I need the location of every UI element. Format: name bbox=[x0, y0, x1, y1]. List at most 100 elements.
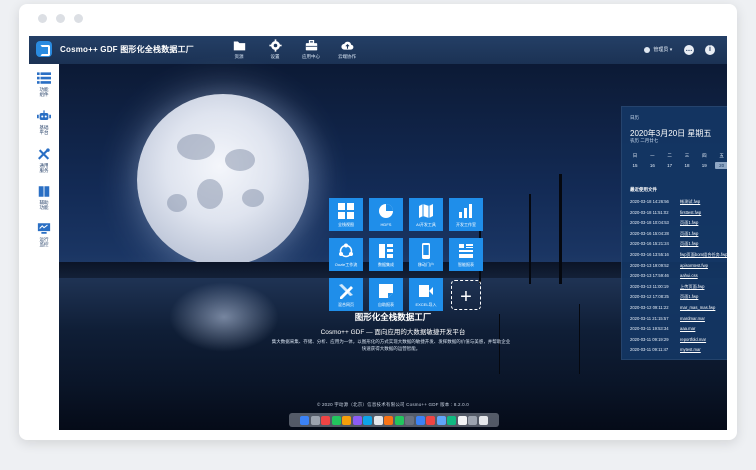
recent-file-name[interactable]: 上传页面.fwp bbox=[680, 284, 704, 290]
add-tile-button[interactable]: + bbox=[451, 280, 481, 310]
tile-hdfs[interactable]: HDFS bbox=[369, 198, 403, 231]
weekday: 一 bbox=[650, 153, 655, 158]
recent-file-name[interactable]: mytest.mar bbox=[680, 347, 701, 352]
recent-file-name[interactable]: firsttest.fwp bbox=[680, 210, 701, 215]
dock-app-icon[interactable] bbox=[426, 415, 436, 425]
dock bbox=[289, 413, 499, 427]
desktop-area: 全栈视图 HDFS AI开发工具 开发工作室 Oozie工作流 数据集成 移动门… bbox=[59, 64, 727, 430]
sidebar-item-services[interactable]: 通用 服务 bbox=[29, 148, 59, 173]
recent-file-row[interactable]: 2020-03-16 15:21:24 页面1.fwp bbox=[630, 241, 698, 246]
tile-self-service-report[interactable]: 自助报表 bbox=[369, 278, 403, 311]
minimize-dot[interactable] bbox=[56, 14, 65, 23]
stack-icon bbox=[379, 244, 393, 258]
tile-ai-dev-tools[interactable]: AI开发工具 bbox=[409, 198, 443, 231]
recent-file-date: 2020-03-12 09:11:22 bbox=[630, 305, 669, 310]
dock-app-icon[interactable] bbox=[342, 415, 352, 425]
list-icon bbox=[37, 72, 51, 84]
chat-icon[interactable]: … bbox=[684, 45, 694, 55]
recent-file-name[interactable]: 页面1.fwp bbox=[680, 294, 698, 300]
calendar-day[interactable]: 15 bbox=[628, 162, 642, 169]
recent-file-name[interactable]: 页面1.fwp bbox=[680, 231, 698, 237]
recent-file-row[interactable]: 2020-03-13 19:09:52 apisomtest.fwp bbox=[630, 263, 708, 268]
topnav-cloud[interactable]: 云端协作 bbox=[329, 39, 365, 60]
recent-file-name[interactable]: 页面1.fwp bbox=[680, 241, 698, 247]
recent-file-row[interactable]: 2020-03-11 21:15:57 mardmar.mar bbox=[630, 316, 705, 321]
dock-app-icon[interactable] bbox=[373, 415, 383, 425]
recent-file-row[interactable]: 2020-03-18 11:51:02 firsttest.fwp bbox=[630, 210, 701, 215]
dock-app-icon[interactable] bbox=[436, 415, 446, 425]
recent-file-name[interactable]: fwp页面bom组合任务.fwp bbox=[680, 252, 727, 258]
recent-file-name[interactable]: apisomtest.fwp bbox=[680, 263, 708, 268]
tile-label: 智能报表 bbox=[458, 262, 474, 267]
plus-icon: + bbox=[460, 286, 472, 308]
recent-file-name[interactable]: 页面1.fwp bbox=[680, 220, 698, 226]
info-icon[interactable]: i bbox=[705, 45, 715, 55]
user-name: 管理员 ▾ bbox=[653, 47, 673, 53]
dock-app-icon[interactable] bbox=[331, 415, 341, 425]
book-icon bbox=[38, 186, 50, 197]
sidebar-item-components[interactable]: 功能 组件 bbox=[29, 72, 59, 97]
calendar-lunar: 农历 二月廿七 bbox=[630, 138, 659, 143]
recent-file-name[interactable]: reportfold.mar bbox=[680, 337, 706, 342]
dock-app-icon[interactable] bbox=[394, 415, 404, 425]
dock-app-icon[interactable] bbox=[468, 415, 478, 425]
topnav-settings[interactable]: 设置 bbox=[257, 39, 293, 60]
tile-mobile-portal[interactable]: 移动门户 bbox=[409, 238, 443, 271]
dock-app-icon[interactable] bbox=[300, 415, 310, 425]
recent-file-row[interactable]: 2020-03-11 19:53:34 aaa.mar bbox=[630, 326, 695, 331]
dock-app-icon[interactable] bbox=[447, 415, 457, 425]
tile-smart-report[interactable]: 智能报表 bbox=[449, 238, 483, 271]
dock-app-icon[interactable] bbox=[321, 415, 331, 425]
topnav-label: 云端协作 bbox=[338, 54, 356, 59]
recent-file-row[interactable]: 2020-03-16 15:04:28 页面1.fwp bbox=[630, 231, 698, 236]
dock-app-icon[interactable] bbox=[310, 415, 320, 425]
sidebar-item-monitor[interactable]: 运行 监控 bbox=[29, 222, 59, 247]
user-menu[interactable]: 管理员 ▾ bbox=[644, 46, 672, 53]
recent-file-row[interactable]: 2020-03-11 09:19:29 reportfold.mar bbox=[630, 337, 706, 342]
app-logo-icon[interactable] bbox=[36, 41, 52, 57]
calendar-day[interactable]: 18 bbox=[680, 162, 694, 169]
topnav-app-center[interactable]: 应用中心 bbox=[293, 39, 329, 60]
recent-file-row[interactable]: 2020-03-12 09:11:22 mar_mas_mas.fwp bbox=[630, 305, 715, 310]
tile-oozie-workflow[interactable]: Oozie工作流 bbox=[329, 238, 363, 271]
weekday: 三 bbox=[684, 153, 690, 158]
close-dot[interactable] bbox=[38, 14, 47, 23]
tile-excel-import[interactable]: EXCEL导入 bbox=[409, 278, 443, 311]
recent-file-row[interactable]: 2020-03-16 13:55:16 fwp页面bom组合任务.fwp bbox=[630, 252, 727, 257]
tile-full-stack-view[interactable]: 全栈视图 bbox=[329, 198, 363, 231]
calendar-day[interactable]: 16 bbox=[645, 162, 659, 169]
recent-file-row[interactable]: 2020-03-11 09:11:47 mytest.mar bbox=[630, 347, 701, 352]
calendar-day[interactable]: 19 bbox=[697, 162, 711, 169]
recent-file-name[interactable]: mardmar.mar bbox=[680, 316, 705, 321]
excel-icon bbox=[419, 285, 433, 297]
tile-dev-studio[interactable]: 开发工作室 bbox=[449, 198, 483, 231]
dock-app-icon[interactable] bbox=[457, 415, 467, 425]
tile-data-integration[interactable]: 数据集成 bbox=[369, 238, 403, 271]
recent-file-row[interactable]: 2020-03-18 10:04:53 页面1.fwp bbox=[630, 220, 698, 225]
recent-file-row[interactable]: 2020-03-12 17:08:25 页面1.fwp bbox=[630, 294, 698, 299]
recent-file-name[interactable]: aaa.mar bbox=[680, 326, 695, 331]
dock-app-icon[interactable] bbox=[352, 415, 362, 425]
recent-file-name[interactable]: mar_mas_mas.fwp bbox=[680, 305, 715, 310]
tile-label: 混合网页 bbox=[338, 302, 354, 307]
calendar-day-today[interactable]: 20 bbox=[714, 162, 727, 169]
dock-app-icon[interactable] bbox=[415, 415, 425, 425]
dock-app-icon[interactable] bbox=[478, 415, 488, 425]
recent-file-row[interactable]: 2020-03-18 14:26:56 帐测试.fwp bbox=[630, 199, 700, 204]
sidebar-item-auxiliary[interactable]: 辅助 功能 bbox=[29, 185, 59, 210]
sidebar-item-platform[interactable]: 基础 平台 bbox=[29, 110, 59, 135]
topnav-resources[interactable]: 资源 bbox=[221, 39, 257, 60]
recent-file-name[interactable]: aahui.css bbox=[680, 273, 698, 278]
recent-file-name[interactable]: 帐测试.fwp bbox=[680, 199, 700, 205]
tile-hybrid-web[interactable]: 混合网页 bbox=[329, 278, 363, 311]
dock-app-icon[interactable] bbox=[405, 415, 415, 425]
headline-description: 集大数据采集、存储、分析、应用为一体，以图形化的方式实现大数据的敏捷开发、发挥数… bbox=[271, 339, 511, 351]
tools-icon bbox=[38, 148, 50, 160]
recent-file-row[interactable]: 2020-03-13 17:59:46 aahui.css bbox=[630, 273, 698, 278]
dock-app-icon[interactable] bbox=[384, 415, 394, 425]
dock-app-icon[interactable] bbox=[363, 415, 373, 425]
maximize-dot[interactable] bbox=[74, 14, 83, 23]
recent-file-row[interactable]: 2020-03-13 11:00:19 上传页面.fwp bbox=[630, 284, 704, 289]
cloud-icon bbox=[340, 41, 353, 50]
calendar-day[interactable]: 17 bbox=[663, 162, 677, 169]
